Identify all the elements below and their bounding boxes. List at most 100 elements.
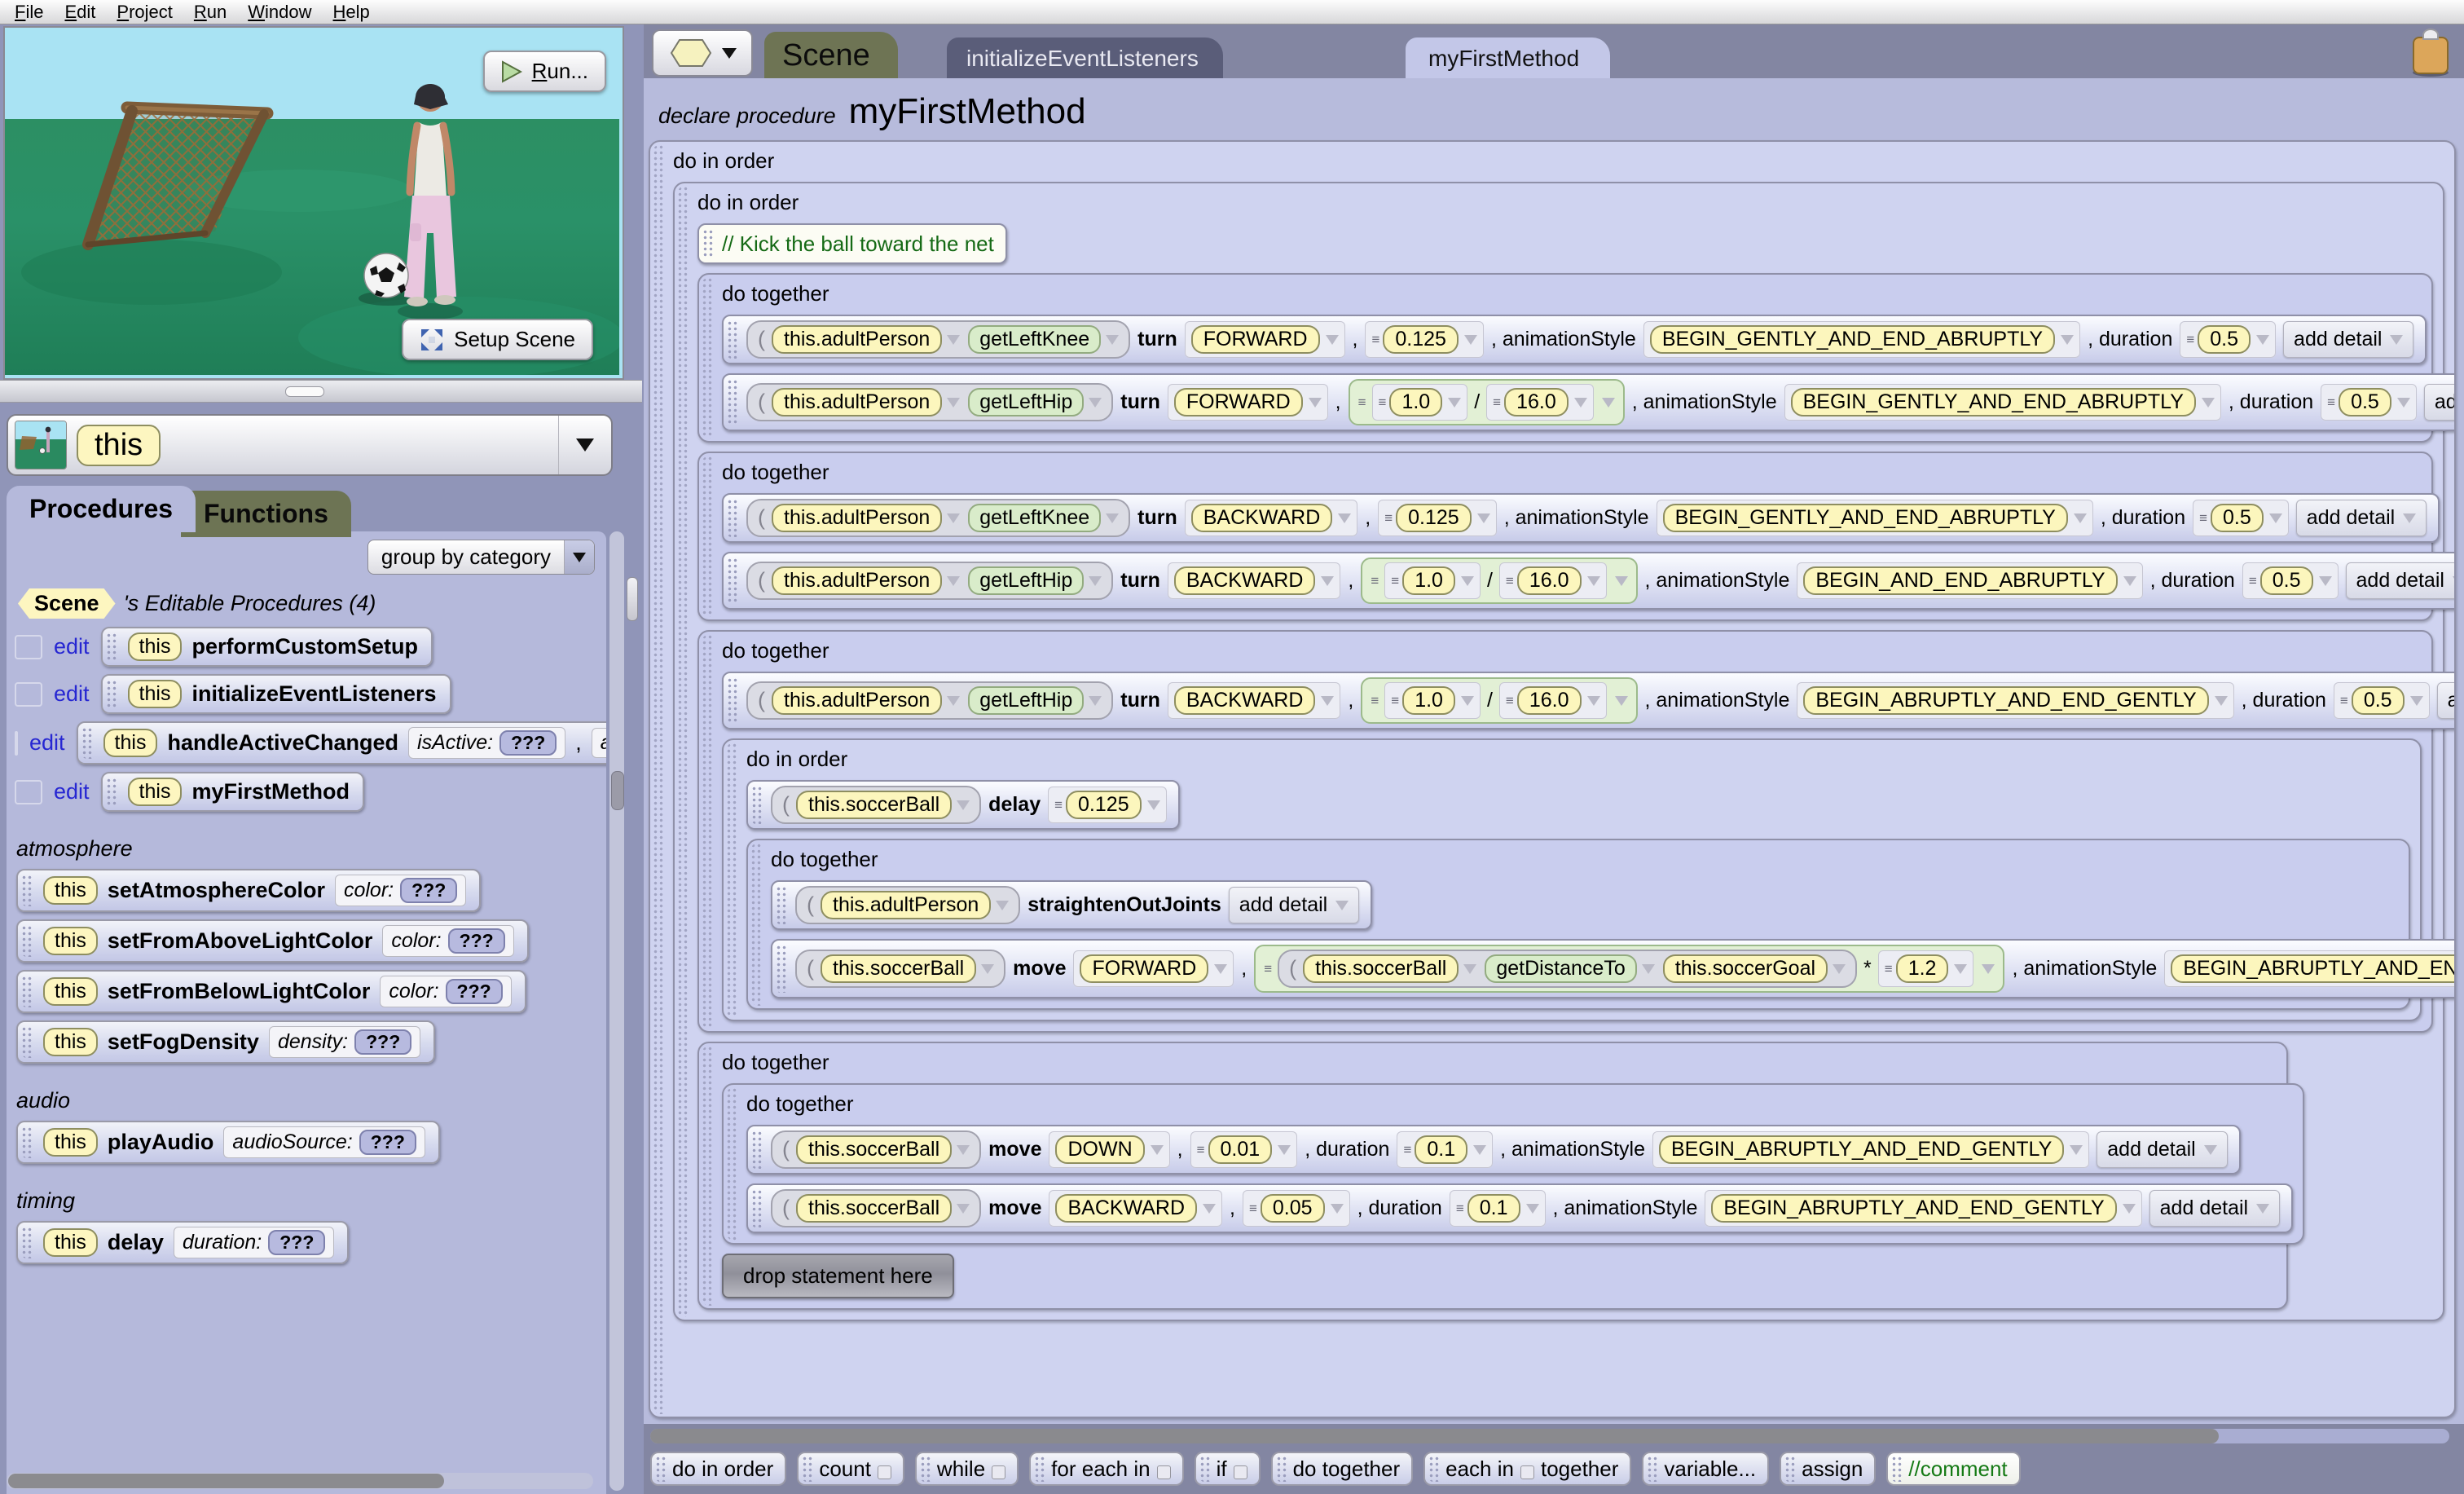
toolbar-tile-each-in[interactable]: each in together bbox=[1423, 1452, 1632, 1486]
add-detail-button[interactable]: add detail bbox=[1228, 887, 1360, 923]
group-by-select[interactable]: group by category bbox=[367, 540, 595, 575]
tab-functions[interactable]: Functions bbox=[181, 491, 351, 537]
drag-handle[interactable] bbox=[1199, 1456, 1210, 1482]
menu-item-window[interactable]: Window bbox=[248, 2, 311, 23]
statement[interactable]: this.soccerBallmoveBACKWARD,≡0.05, durat… bbox=[746, 1183, 2294, 1233]
code-block-do-together[interactable]: do together do together this.soccerBall mov… bbox=[697, 1042, 2305, 1310]
code-block-do-in-order[interactable]: do in orderthis.soccerBalldelay≡0.125do … bbox=[722, 738, 2454, 1021]
statement[interactable]: this.adultPersongetLeftKnee turn BACKWARD,… bbox=[722, 493, 2440, 543]
enum-argument[interactable]: DOWN bbox=[1049, 1131, 1170, 1168]
scrollbar-thumb[interactable] bbox=[650, 1429, 2219, 1443]
enum-argument[interactable]: BACKWARD bbox=[1167, 682, 1341, 719]
number-argument[interactable]: ≡ 0.05 bbox=[1242, 1190, 1350, 1227]
horizontal-scrollbar[interactable] bbox=[7, 1473, 593, 1489]
drag-handle[interactable] bbox=[105, 680, 118, 708]
procedure-tile[interactable]: this setFromBelowLightColor color:??? bbox=[16, 970, 526, 1013]
drag-handle[interactable] bbox=[727, 557, 739, 604]
subject-expression[interactable]: this.soccerBall bbox=[771, 1130, 982, 1169]
statement[interactable]: this.adultPersongetLeftHip turn BACKWARD, ≡… bbox=[722, 672, 2454, 729]
object-pill[interactable]: this.adultPerson bbox=[772, 566, 961, 595]
scrollbar-thumb[interactable] bbox=[8, 1474, 444, 1488]
number-argument[interactable]: ≡ 0.1 bbox=[1397, 1131, 1494, 1168]
tab-procedures[interactable]: Procedures bbox=[7, 486, 196, 532]
drag-handle[interactable] bbox=[1428, 1456, 1440, 1482]
menu-item-run[interactable]: Run bbox=[194, 2, 227, 23]
object-selector[interactable]: this bbox=[7, 414, 613, 476]
enum-argument[interactable]: BEGIN_ABRUPTLY_AND_END_GENTLY bbox=[1705, 1190, 2142, 1227]
panel-divider-handle[interactable] bbox=[627, 577, 638, 621]
drag-handle[interactable] bbox=[776, 945, 788, 993]
subject-expression[interactable]: this.soccerBall bbox=[795, 950, 1006, 988]
drag-handle[interactable] bbox=[727, 499, 739, 537]
subject-expression[interactable]: this.adultPersongetLeftHip bbox=[746, 681, 1114, 720]
subject-expression[interactable]: this.soccerBall getDistanceTothis.soccerG… bbox=[1278, 950, 1858, 988]
add-detail-button[interactable]: add detail bbox=[2345, 562, 2454, 599]
enum-argument[interactable]: BACKWARD bbox=[1049, 1190, 1223, 1227]
drag-handle[interactable] bbox=[802, 1456, 813, 1482]
owner-tag[interactable]: Scene bbox=[18, 588, 116, 619]
procedure-tile[interactable]: this setFromAboveLightColor color:??? bbox=[16, 919, 529, 963]
toolbar-tile-for-each-in[interactable]: for each in bbox=[1029, 1452, 1184, 1486]
unset-value-pill[interactable]: ??? bbox=[354, 1029, 412, 1055]
drag-handle[interactable] bbox=[105, 632, 118, 661]
enum-argument[interactable]: FORWARD bbox=[1073, 950, 1234, 987]
toolbar-tile-variable-[interactable]: variable... bbox=[1642, 1452, 1770, 1486]
unset-value-pill[interactable]: ??? bbox=[445, 979, 503, 1004]
drag-handle[interactable] bbox=[727, 379, 739, 425]
enum-argument[interactable]: BEGIN_ABRUPTLY_AND_END_GENTLY bbox=[2164, 950, 2454, 987]
math-expression[interactable]: ≡ ≡ 1.0/≡ 16.0 bbox=[1361, 677, 1638, 724]
procedure-tile[interactable]: this playAudio audioSource:??? bbox=[16, 1121, 440, 1164]
subject-expression[interactable]: this.soccerBall bbox=[771, 786, 982, 824]
number-argument[interactable]: ≡ 0.5 bbox=[2193, 500, 2289, 536]
drag-handle[interactable] bbox=[21, 875, 33, 906]
enum-argument[interactable]: BEGIN_GENTLY_AND_END_ABRUPTLY bbox=[1656, 500, 2093, 536]
splitter-handle[interactable] bbox=[285, 386, 324, 397]
statement[interactable]: this.adultPerson straightenOutJoints add d… bbox=[771, 880, 1373, 930]
number-argument[interactable]: ≡ 0.125 bbox=[1048, 787, 1167, 823]
joint-pill[interactable]: getLeftHip bbox=[968, 686, 1102, 715]
object-pill[interactable]: this.adultPerson bbox=[772, 504, 961, 532]
toolbar-tile-assign[interactable]: assign bbox=[1780, 1452, 1877, 1486]
drag-handle[interactable] bbox=[81, 727, 94, 759]
menu-item-help[interactable]: Help bbox=[333, 2, 370, 23]
number-argument[interactable]: ≡ 16.0 bbox=[1498, 682, 1607, 719]
procedure-tile[interactable]: this setAtmosphereColor color:??? bbox=[16, 869, 482, 912]
add-detail-button[interactable]: add detail bbox=[2423, 384, 2454, 421]
toolbar-tile-do-together[interactable]: do together bbox=[1270, 1452, 1414, 1486]
enum-argument[interactable]: BEGIN_GENTLY_AND_END_ABRUPTLY bbox=[1784, 384, 2221, 421]
unset-value-pill[interactable]: ??? bbox=[447, 928, 505, 954]
menu-item-file[interactable]: File bbox=[15, 2, 43, 23]
object-pill[interactable]: this.soccerBall bbox=[1303, 954, 1477, 983]
math-expression[interactable]: ≡ ≡ 1.0/≡ 16.0 bbox=[1361, 557, 1638, 604]
number-argument[interactable]: ≡ 16.0 bbox=[1498, 562, 1607, 599]
drag-handle[interactable] bbox=[727, 677, 739, 724]
enum-argument[interactable]: BEGIN_AND_END_ABRUPTLY bbox=[1797, 562, 2143, 599]
object-pill[interactable]: this.adultPerson bbox=[772, 686, 961, 715]
edit-link[interactable]: edit bbox=[54, 634, 90, 659]
procedure-tile[interactable]: thishandleActiveChangedisActive:???,a bbox=[76, 721, 606, 765]
unset-value-pill[interactable]: ??? bbox=[359, 1130, 416, 1155]
subject-expression[interactable]: this.adultPersongetLeftKnee bbox=[746, 499, 1131, 537]
number-argument[interactable]: ≡ 1.0 bbox=[1371, 384, 1468, 421]
object-pill[interactable]: this.adultPerson bbox=[772, 388, 961, 416]
setup-scene-button[interactable]: Setup Scene bbox=[402, 319, 593, 360]
object-selector-dropdown[interactable] bbox=[558, 416, 611, 474]
horizontal-scrollbar[interactable] bbox=[650, 1429, 2449, 1443]
class-menu-button[interactable] bbox=[652, 29, 753, 77]
code-block-do-together[interactable]: do togetherthis.adultPersongetLeftKneetu… bbox=[697, 273, 2454, 443]
add-detail-button[interactable]: add detail bbox=[2436, 682, 2454, 719]
object-pill[interactable]: this.soccerBall bbox=[821, 954, 995, 983]
add-detail-button[interactable]: add detail bbox=[2097, 1131, 2228, 1168]
drag-handle[interactable] bbox=[1784, 1456, 1796, 1482]
number-argument[interactable]: ≡ 1.0 bbox=[1384, 562, 1481, 599]
code-block-do-together[interactable]: do together this.adultPerson straightenOut… bbox=[746, 839, 2454, 1010]
number-argument[interactable]: ≡ 1.2 bbox=[1877, 950, 1974, 987]
comment-tile[interactable]: // Kick the ball toward the net bbox=[697, 223, 1007, 264]
object-pill[interactable]: this.adultPerson bbox=[772, 325, 961, 354]
object-pill[interactable]: this.soccerGoal bbox=[1662, 954, 1846, 983]
enum-argument[interactable]: BACKWARD bbox=[1167, 562, 1341, 599]
object-pill[interactable]: this.soccerBall bbox=[796, 1135, 970, 1164]
number-argument[interactable]: ≡ 0.5 bbox=[2242, 562, 2339, 599]
statement[interactable]: this.soccerBall delay ≡0.125 bbox=[746, 780, 1180, 830]
enum-argument[interactable]: BEGIN_GENTLY_AND_END_ABRUPTLY bbox=[1643, 321, 2081, 358]
